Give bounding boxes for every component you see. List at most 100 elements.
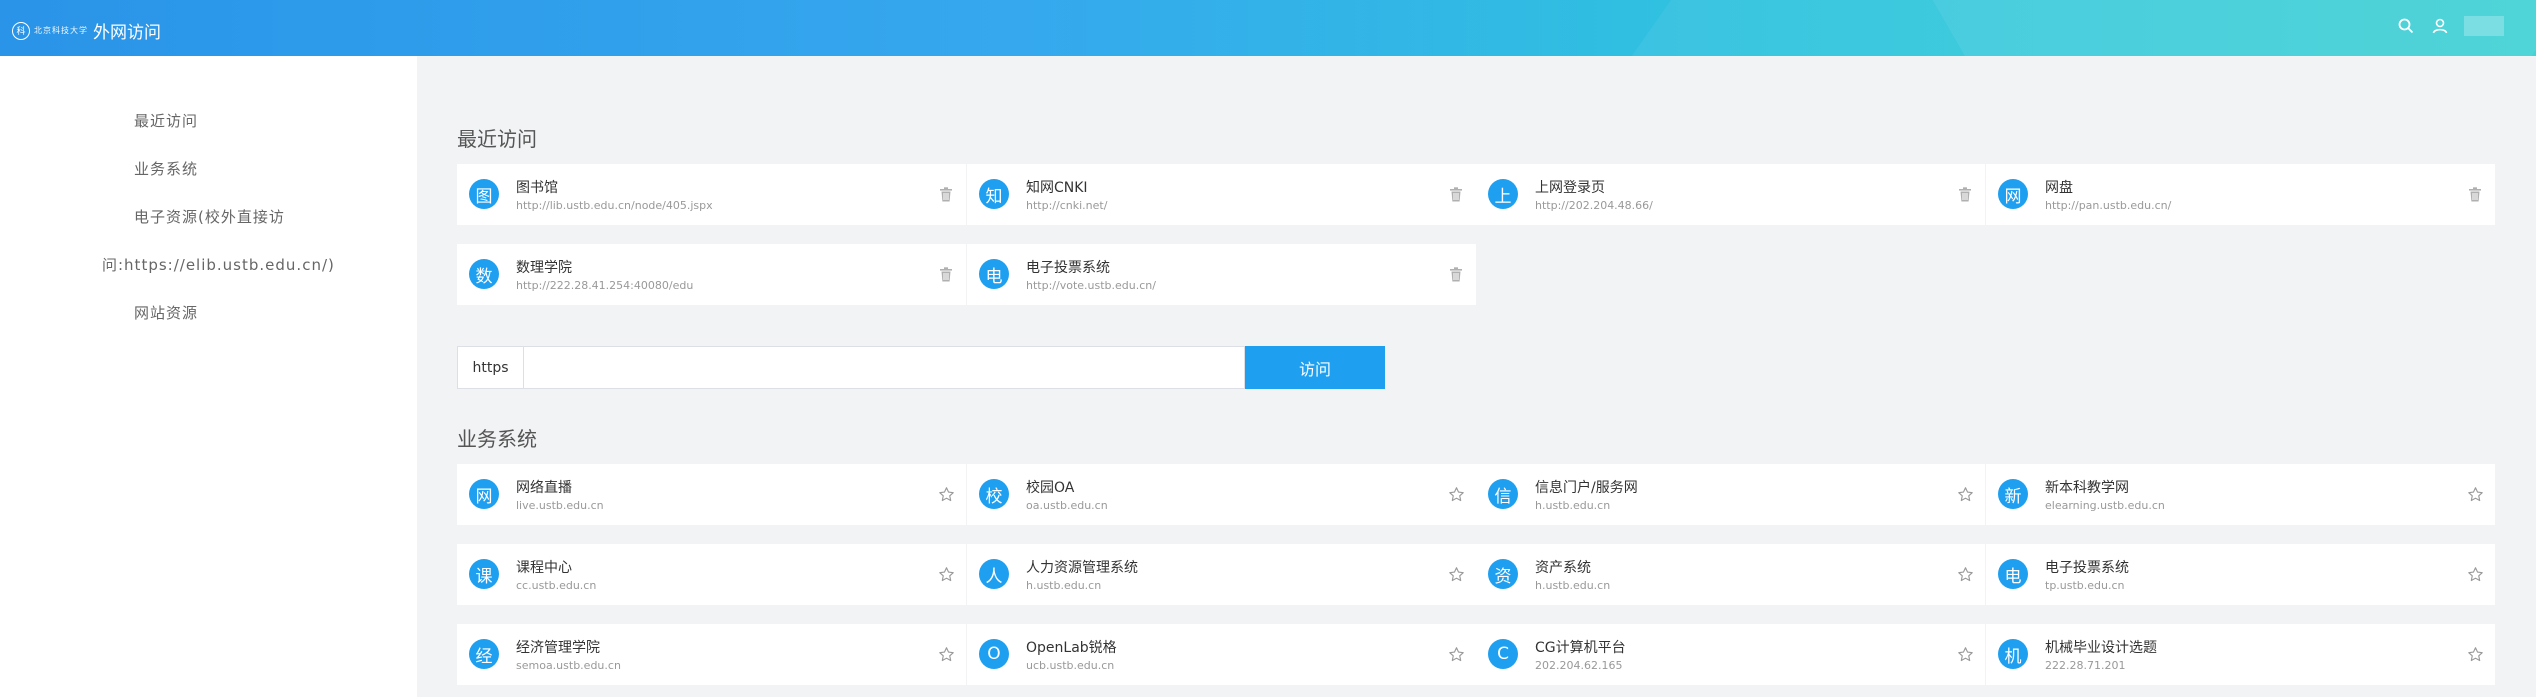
visit-button[interactable]: 访问 (1245, 346, 1385, 389)
app-url: http://vote.ustb.edu.cn/ (1026, 279, 1156, 292)
logo[interactable]: 科 北京科技大学 外网访问 (12, 18, 161, 43)
app-card[interactable]: 电 电子投票系统 http://vote.ustb.edu.cn/ (967, 244, 1476, 305)
favorite-star-icon[interactable] (1956, 565, 1974, 583)
url-input[interactable] (524, 346, 1245, 389)
app-badge-icon: 电 (979, 259, 1009, 289)
app-url: semoa.ustb.edu.cn (516, 659, 621, 672)
sidebar-item-recent[interactable]: 最近访问 (134, 110, 198, 131)
app-name: 电子投票系统 (1026, 260, 1110, 276)
app-url: http://202.204.48.66/ (1535, 199, 1653, 212)
app-url: h.ustb.edu.cn (1535, 579, 1611, 592)
app-badge-icon: 经 (469, 639, 499, 669)
app-url: 202.204.62.165 (1535, 659, 1623, 672)
favorite-star-icon[interactable] (1956, 645, 1974, 663)
app-card[interactable]: 上 上网登录页 http://202.204.48.66/ (1476, 164, 1985, 225)
app-card[interactable]: 机 机械毕业设计选题 222.28.71.201 (1986, 624, 2495, 685)
search-icon[interactable] (2396, 16, 2416, 36)
app-card[interactable]: 数 数理学院 http://222.28.41.254:40080/edu (457, 244, 966, 305)
app-name: 数理学院 (516, 260, 572, 276)
delete-icon[interactable] (1447, 265, 1465, 283)
app-url: live.ustb.edu.cn (516, 499, 604, 512)
app-name: 机械毕业设计选题 (2045, 640, 2157, 656)
sidebar-item-eresources[interactable]: 电子资源(校外直接访 (134, 206, 285, 227)
delete-icon[interactable] (937, 185, 955, 203)
favorite-star-icon[interactable] (937, 485, 955, 503)
app-name: 校园OA (1026, 480, 1075, 496)
app-url: h.ustb.edu.cn (1026, 579, 1102, 592)
app-badge-icon: 数 (469, 259, 499, 289)
app-card[interactable]: O OpenLab锐格 ucb.ustb.edu.cn (967, 624, 1476, 685)
app-card[interactable]: 资 资产系统 h.ustb.edu.cn (1476, 544, 1985, 605)
app-card[interactable]: 人 人力资源管理系统 h.ustb.edu.cn (967, 544, 1476, 605)
favorite-star-icon[interactable] (1447, 485, 1465, 503)
section-title-business: 业务系统 (457, 427, 537, 451)
university-seal-icon: 科 (12, 21, 30, 40)
favorite-star-icon[interactable] (1447, 645, 1465, 663)
app-card[interactable]: C CG计算机平台 202.204.62.165 (1476, 624, 1985, 685)
user-name-redacted[interactable] (2464, 16, 2504, 36)
favorite-star-icon[interactable] (1447, 565, 1465, 583)
app-card[interactable]: 知 知网CNKI http://cnki.net/ (967, 164, 1476, 225)
app-name: 网盘 (2045, 180, 2073, 196)
app-badge-icon: 网 (1998, 179, 2028, 209)
app-url: h.ustb.edu.cn (1535, 499, 1611, 512)
favorite-star-icon[interactable] (937, 645, 955, 663)
app-card[interactable]: 新 新本科教学网 elearning.ustb.edu.cn (1986, 464, 2495, 525)
protocol-select[interactable]: https (457, 346, 524, 389)
app-card[interactable]: 信 信息门户/服务网 h.ustb.edu.cn (1476, 464, 1985, 525)
sidebar-item-business[interactable]: 业务系统 (134, 158, 198, 179)
app-name: 课程中心 (516, 560, 572, 576)
app-title: 外网访问 (93, 23, 161, 43)
app-url: http://cnki.net/ (1026, 199, 1108, 212)
app-name: 网络直播 (516, 480, 572, 496)
app-name: 信息门户/服务网 (1535, 480, 1638, 496)
app-card[interactable]: 电 电子投票系统 tp.ustb.edu.cn (1986, 544, 2495, 605)
app-name: 新本科教学网 (2045, 480, 2129, 496)
app-card[interactable]: 校 校园OA oa.ustb.edu.cn (967, 464, 1476, 525)
app-url: http://222.28.41.254:40080/edu (516, 279, 694, 292)
app-badge-icon: C (1488, 639, 1518, 669)
app-name: CG计算机平台 (1535, 640, 1626, 656)
user-icon[interactable] (2430, 16, 2450, 36)
app-badge-icon: 电 (1998, 559, 2028, 589)
university-name: 北京科技大学 (34, 26, 88, 35)
favorite-star-icon[interactable] (2466, 485, 2484, 503)
app-url: cc.ustb.edu.cn (516, 579, 597, 592)
app-name: 资产系统 (1535, 560, 1591, 576)
app-badge-icon: 图 (469, 179, 499, 209)
delete-icon[interactable] (2466, 185, 2484, 203)
app-name: 知网CNKI (1026, 180, 1088, 196)
delete-icon[interactable] (937, 265, 955, 283)
favorite-star-icon[interactable] (937, 565, 955, 583)
app-badge-icon: O (979, 639, 1009, 669)
app-badge-icon: 课 (469, 559, 499, 589)
app-name: 图书馆 (516, 180, 558, 196)
app-card[interactable]: 网 网盘 http://pan.ustb.edu.cn/ (1986, 164, 2495, 225)
header-actions (2396, 16, 2504, 36)
sidebar-item-websites[interactable]: 网站资源 (134, 302, 198, 323)
app-card[interactable]: 网 网络直播 live.ustb.edu.cn (457, 464, 966, 525)
delete-icon[interactable] (1447, 185, 1465, 203)
section-title-recent: 最近访问 (457, 127, 537, 151)
delete-icon[interactable] (1956, 185, 1974, 203)
app-badge-icon: 校 (979, 479, 1009, 509)
app-badge-icon: 网 (469, 479, 499, 509)
favorite-star-icon[interactable] (1956, 485, 1974, 503)
app-badge-icon: 机 (1998, 639, 2028, 669)
sidebar-item-eresources-cont[interactable]: 问:https://elib.ustb.edu.cn/) (102, 254, 335, 275)
app-name: 电子投票系统 (2045, 560, 2129, 576)
app-url: http://pan.ustb.edu.cn/ (2045, 199, 2172, 212)
app-name: OpenLab锐格 (1026, 640, 1117, 656)
favorite-star-icon[interactable] (2466, 565, 2484, 583)
app-card[interactable]: 课 课程中心 cc.ustb.edu.cn (457, 544, 966, 605)
app-name: 经济管理学院 (516, 640, 600, 656)
app-url: ucb.ustb.edu.cn (1026, 659, 1115, 672)
app-card[interactable]: 经 经济管理学院 semoa.ustb.edu.cn (457, 624, 966, 685)
app-name: 人力资源管理系统 (1026, 560, 1138, 576)
favorite-star-icon[interactable] (2466, 645, 2484, 663)
app-card[interactable]: 图 图书馆 http://lib.ustb.edu.cn/node/405.jspx (457, 164, 966, 225)
app-badge-icon: 人 (979, 559, 1009, 589)
app-badge-icon: 知 (979, 179, 1009, 209)
app-url: 222.28.71.201 (2045, 659, 2126, 672)
app-url: tp.ustb.edu.cn (2045, 579, 2125, 592)
